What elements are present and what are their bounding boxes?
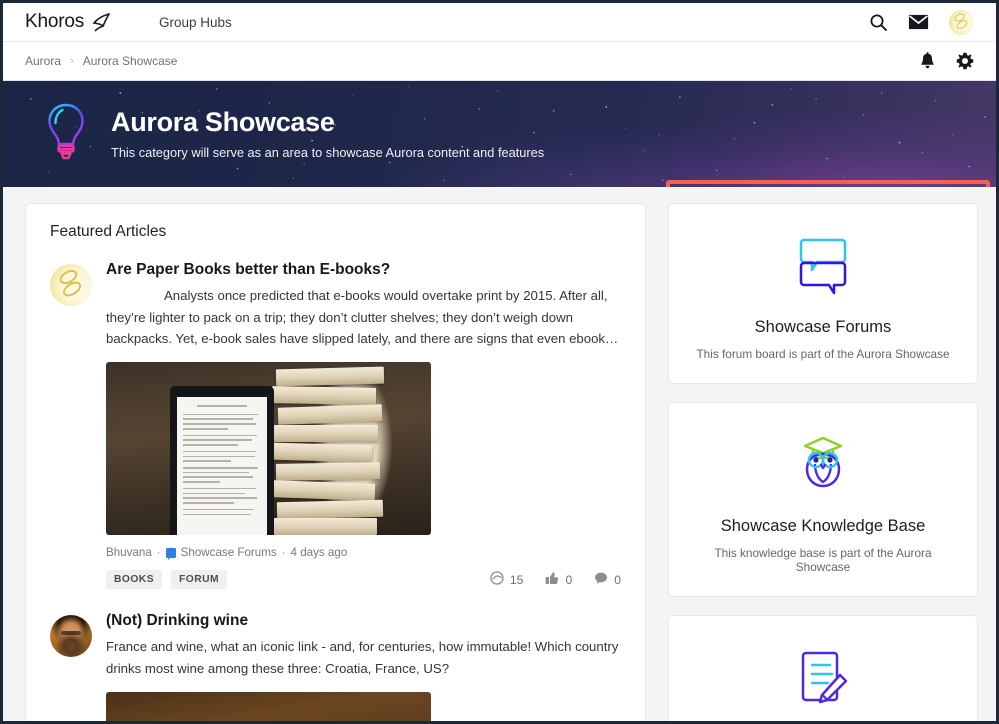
forum-board-icon [165, 547, 176, 561]
breadcrumb-item-aurora[interactable]: Aurora [25, 54, 61, 68]
top-navigation-bar: Khoros Group Hubs [3, 3, 996, 42]
stat-comments-value: 0 [614, 572, 621, 587]
article-thumbnail[interactable] [106, 692, 431, 721]
search-highlight-annotation [666, 180, 990, 187]
hero-content: Aurora Showcase This category will serve… [3, 99, 544, 170]
brand-name: Khoros [25, 11, 85, 32]
page-title: Aurora Showcase [111, 107, 335, 138]
search-icon[interactable] [869, 13, 888, 32]
khoros-swoosh-icon [92, 13, 110, 32]
screenshot-frame: Khoros Group Hubs Aurora › Aurora Showca… [0, 0, 999, 724]
breadcrumb-item-aurora-showcase[interactable]: Aurora Showcase [83, 54, 178, 68]
sidebar-card-title: Showcase Forums [754, 318, 892, 336]
featured-articles-card: Featured Articles Are Paper Books better… [25, 203, 646, 721]
article-excerpt: France and wine, what an iconic link - a… [106, 639, 619, 676]
article-timestamp: 4 days ago [290, 546, 348, 560]
list-item[interactable]: Are Paper Books better than E-books? Ana… [50, 260, 621, 590]
hero-banner: Aurora Showcase This category will serve… [3, 81, 996, 187]
stat-likes-value: 0 [565, 572, 573, 587]
stat-views-value: 15 [509, 572, 524, 587]
avatar [50, 615, 92, 658]
tag-books[interactable]: BOOKS [106, 570, 163, 590]
article-thumbnail[interactable] [106, 362, 431, 536]
meta-separator: · [156, 546, 161, 560]
comment-icon [594, 571, 608, 588]
article-excerpt: Analysts once predicted that e-books wou… [106, 288, 619, 346]
meta-separator: · [281, 546, 286, 560]
list-item[interactable]: (Not) Drinking wine France and wine, wha… [50, 611, 621, 721]
section-title-featured-articles: Featured Articles [50, 223, 167, 240]
article-body: (Not) Drinking wine France and wine, wha… [106, 611, 621, 721]
lightbulb-icon [43, 101, 89, 170]
article-author[interactable]: Bhuvana [106, 546, 152, 559]
breadcrumb-actions [919, 52, 974, 70]
tag-forum[interactable]: FORUM [171, 570, 228, 590]
brand-logo[interactable]: Khoros [25, 11, 111, 33]
gear-icon[interactable] [956, 52, 974, 70]
page-body: Featured Articles Are Paper Books better… [3, 187, 996, 721]
envelope-icon[interactable] [908, 14, 929, 30]
main-column: Featured Articles Are Paper Books better… [25, 203, 646, 721]
article-body: Are Paper Books better than E-books? Ana… [106, 260, 621, 590]
sidebar-card-title: Showcase Knowledge Base [720, 517, 926, 535]
chat-bubbles-icon [687, 228, 959, 304]
article-meta: Bhuvana · Showcase Forums · 4 days ago [106, 546, 621, 561]
article-tags-and-stats: BOOKS FORUM 15 0 0 [106, 570, 621, 590]
sidebar-card-description: This forum board is part of the Aurora S… [696, 347, 950, 361]
bell-icon[interactable] [919, 52, 936, 70]
nav-link-group-hubs[interactable]: Group Hubs [159, 15, 232, 30]
views-icon [490, 571, 504, 588]
sidebar: Showcase Forums This forum board is part… [668, 203, 978, 721]
sidebar-card-showcase-knowledge-base[interactable]: Showcase Knowledge Base This knowledge b… [668, 402, 978, 597]
ereader-decoration [170, 386, 274, 536]
article-title[interactable]: (Not) Drinking wine [106, 611, 621, 631]
stat-views: 15 [490, 571, 524, 588]
document-pencil-icon [687, 640, 959, 716]
owl-graduation-cap-icon [687, 427, 959, 503]
user-avatar[interactable] [949, 9, 974, 35]
top-bar-actions [869, 9, 974, 35]
book-stack-decoration [270, 366, 385, 536]
sidebar-card-showcase-blog[interactable]: Showcase Blog [668, 615, 978, 721]
thumbs-up-icon [545, 571, 559, 588]
article-board[interactable]: Showcase Forums [181, 546, 277, 559]
stat-comments: 0 [594, 571, 621, 588]
page-subtitle: This category will serve as an area to s… [111, 144, 545, 160]
breadcrumb-separator: › [70, 55, 74, 67]
article-stats: 15 0 0 [490, 571, 621, 588]
avatar [50, 264, 92, 306]
sidebar-card-description: This knowledge base is part of the Auror… [714, 546, 932, 574]
article-title[interactable]: Are Paper Books better than E-books? [106, 260, 621, 280]
sidebar-card-showcase-forums[interactable]: Showcase Forums This forum board is part… [668, 203, 978, 384]
stat-likes: 0 [545, 571, 572, 588]
breadcrumb-bar: Aurora › Aurora Showcase [3, 42, 996, 81]
